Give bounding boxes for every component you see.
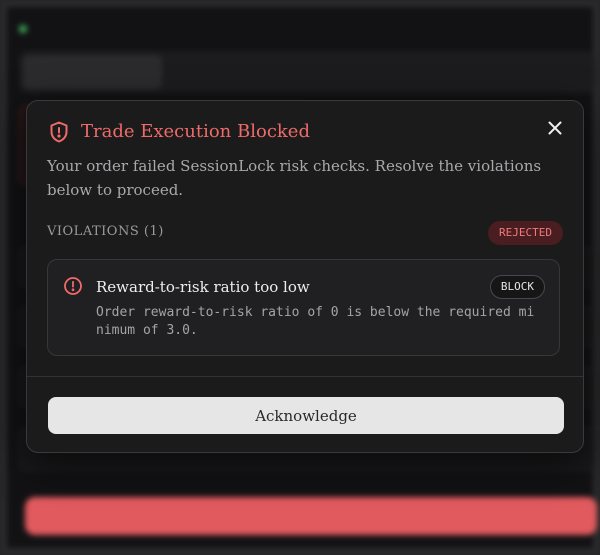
close-icon	[548, 121, 562, 135]
background-order-tabs	[19, 51, 595, 93]
background-tab	[23, 55, 162, 89]
trade-blocked-dialog: Trade Execution Blocked Your order faile…	[26, 100, 584, 453]
background-tab	[166, 55, 305, 89]
severity-badge: BLOCK	[489, 275, 545, 299]
acknowledge-button[interactable]: Acknowledge	[48, 397, 564, 434]
background-status	[19, 19, 27, 39]
violation-item: Reward-to-risk ratio too low BLOCK Order…	[47, 259, 560, 356]
shield-alert-icon	[47, 120, 71, 144]
status-badge: REJECTED	[488, 221, 563, 245]
violations-count-label: VIOLATIONS (1)	[47, 224, 164, 239]
dialog-title: Trade Execution Blocked	[81, 121, 310, 142]
background-tab	[309, 55, 448, 89]
dialog-divider	[27, 376, 583, 377]
background-place-order-button	[25, 497, 597, 535]
violation-detail: Order reward-to-risk ratio of 0 is below…	[96, 305, 535, 338]
alert-circle-icon	[63, 276, 83, 296]
background-tab	[452, 55, 591, 89]
close-button[interactable]	[545, 118, 565, 138]
connection-status-dot	[19, 25, 27, 33]
dialog-description: Your order failed SessionLock risk check…	[47, 157, 542, 199]
violation-title: Reward-to-risk ratio too low	[96, 278, 310, 296]
dialog-header: Trade Execution Blocked	[47, 120, 310, 144]
